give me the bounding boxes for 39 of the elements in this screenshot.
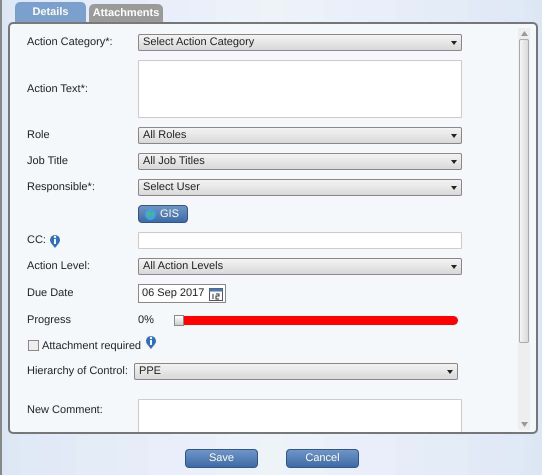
caret-icon [451, 264, 457, 268]
globe-icon [145, 208, 156, 220]
checkbox-label: Attachment required [42, 338, 142, 354]
field-label: Due Date [27, 286, 74, 302]
caret-icon [451, 160, 457, 164]
field-label: CC: [27, 233, 46, 248]
dropdown[interactable]: PPE [134, 363, 458, 380]
scrollbar-thumb[interactable] [519, 39, 529, 343]
field-label: Progress [27, 313, 72, 328]
caret-icon [451, 186, 457, 190]
caret-icon [447, 370, 453, 374]
cancel-button[interactable]: Cancel [286, 449, 359, 468]
field-label: Action Category*: [27, 35, 113, 50]
caret-icon [451, 134, 457, 138]
dropdown[interactable]: Select User [138, 179, 462, 196]
field-label: Job Title [27, 154, 68, 170]
slider-thumb[interactable] [174, 314, 184, 326]
progress-reading: 0% [138, 313, 154, 328]
dropdown[interactable]: All Job Titles [138, 153, 462, 170]
caret-icon [451, 40, 457, 44]
field-label: Responsible*: [27, 180, 95, 196]
save-button[interactable]: Save [185, 449, 258, 468]
scrollbar[interactable] [518, 28, 530, 430]
date-field[interactable]: 06 Sep 2017 [138, 284, 226, 303]
dropdown[interactable]: All Roles [138, 127, 462, 144]
dropdown[interactable]: All Action Levels [138, 258, 462, 275]
scroll-down-icon[interactable] [520, 422, 528, 427]
field-label: Hierarchy of Control: [27, 364, 128, 380]
input-field[interactable] [138, 232, 462, 249]
field-label: Role [27, 128, 50, 144]
field-label: Action Text*: [27, 82, 88, 97]
field-label: New Comment: [27, 403, 103, 418]
scroll-up-icon[interactable] [520, 31, 528, 36]
text-area[interactable] [138, 60, 462, 118]
gis-button[interactable]: GIS [138, 205, 188, 223]
checkbox[interactable] [28, 340, 39, 352]
calendar-icon[interactable] [209, 286, 223, 300]
field-label: Action Level: [27, 259, 90, 274]
dropdown[interactable]: Select Action Category [138, 34, 462, 51]
